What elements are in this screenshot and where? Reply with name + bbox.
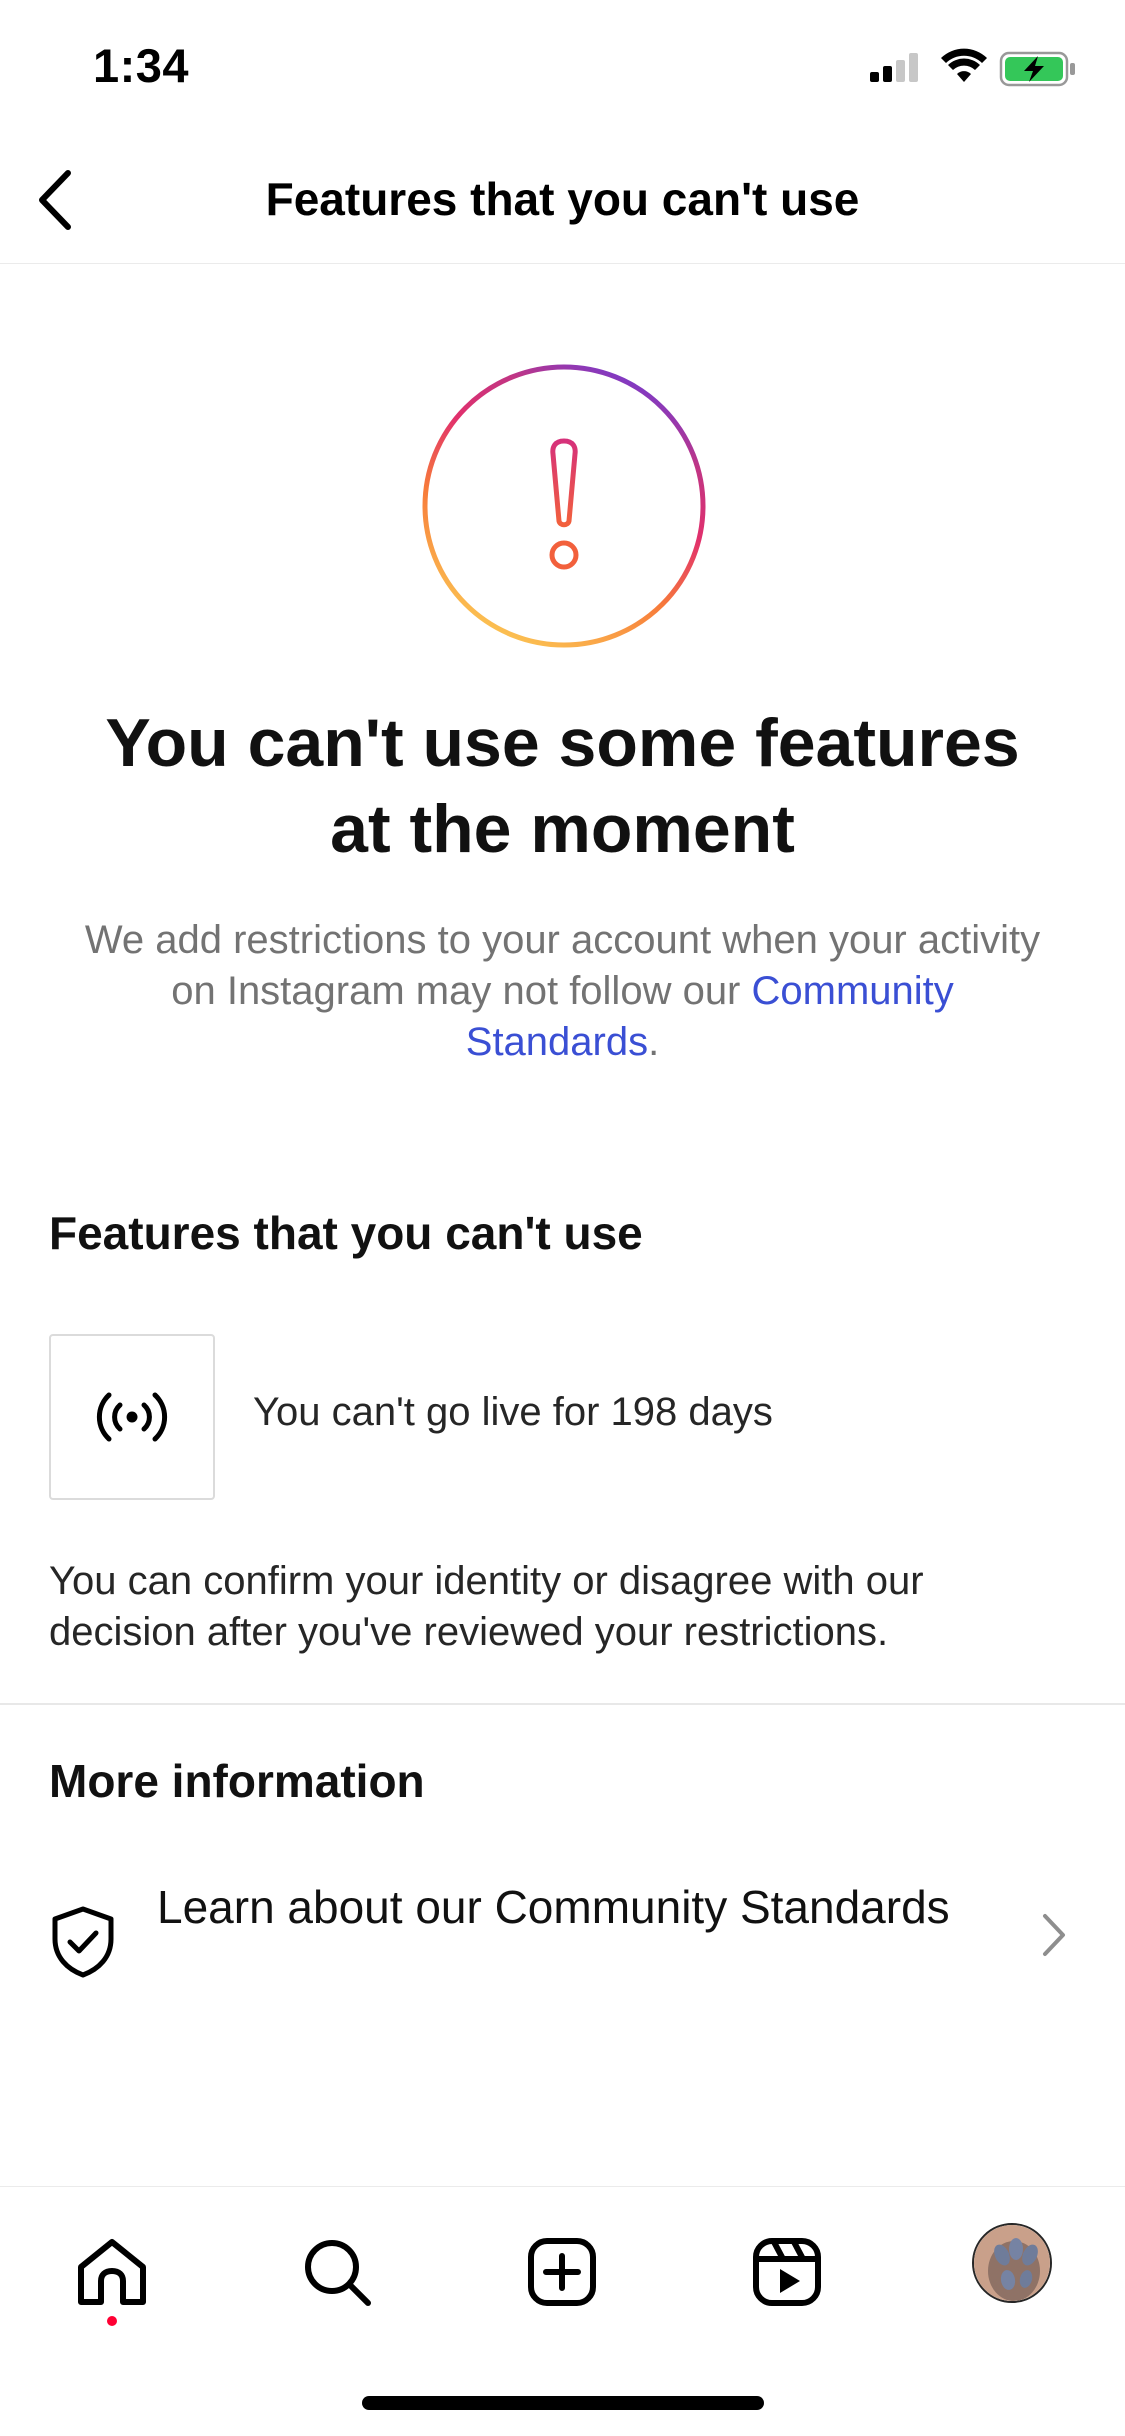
search-icon (305, 2240, 371, 2306)
chevron-right-icon (1043, 1914, 1065, 1956)
headline-line-1: You can't use some features (105, 705, 1020, 781)
wifi-icon (941, 48, 987, 82)
community-standards-label: Learn about our Community Standards (157, 1881, 950, 1933)
live-restriction-text: You can't go live for 198 days (253, 1390, 773, 1434)
review-note: You can confirm your identity or disagre… (49, 1559, 924, 1654)
home-icon (78, 2239, 146, 2305)
community-standards-row[interactable]: Learn about our Community Standards (0, 1865, 1125, 2005)
navigation-bar: Features that you can't use (0, 140, 1125, 264)
reels-icon (753, 2238, 821, 2306)
tab-reels[interactable] (742, 2227, 832, 2317)
status-bar: 1:34 (0, 0, 1125, 140)
tab-create[interactable] (517, 2227, 607, 2317)
features-section-title: Features that you can't use (49, 1207, 643, 1259)
status-time: 1:34 (93, 39, 190, 92)
battery-charging-icon (999, 51, 1075, 87)
restriction-description: We add restrictions to your account when… (80, 915, 1045, 1068)
create-icon (528, 2238, 596, 2306)
shield-check-icon (52, 1906, 114, 1978)
alert-circle-icon (419, 361, 709, 651)
page-title: Features that you can't use (265, 173, 860, 225)
description-period: . (648, 1020, 660, 1064)
live-broadcast-icon (96, 1392, 168, 1442)
section-divider (0, 1703, 1125, 1705)
more-info-title: More information (49, 1755, 425, 1807)
home-indicator[interactable] (362, 2396, 764, 2410)
profile-avatar[interactable] (972, 2223, 1052, 2303)
cellular-signal-icon (870, 53, 918, 82)
tab-search[interactable] (292, 2227, 382, 2317)
feature-icon-box (49, 1334, 215, 1500)
headline-line-2: at the moment (330, 791, 795, 867)
restriction-headline: You can't use some features at the momen… (60, 700, 1065, 872)
status-icons (870, 48, 1085, 88)
tab-home[interactable] (67, 2227, 157, 2317)
notification-dot (107, 2316, 117, 2326)
